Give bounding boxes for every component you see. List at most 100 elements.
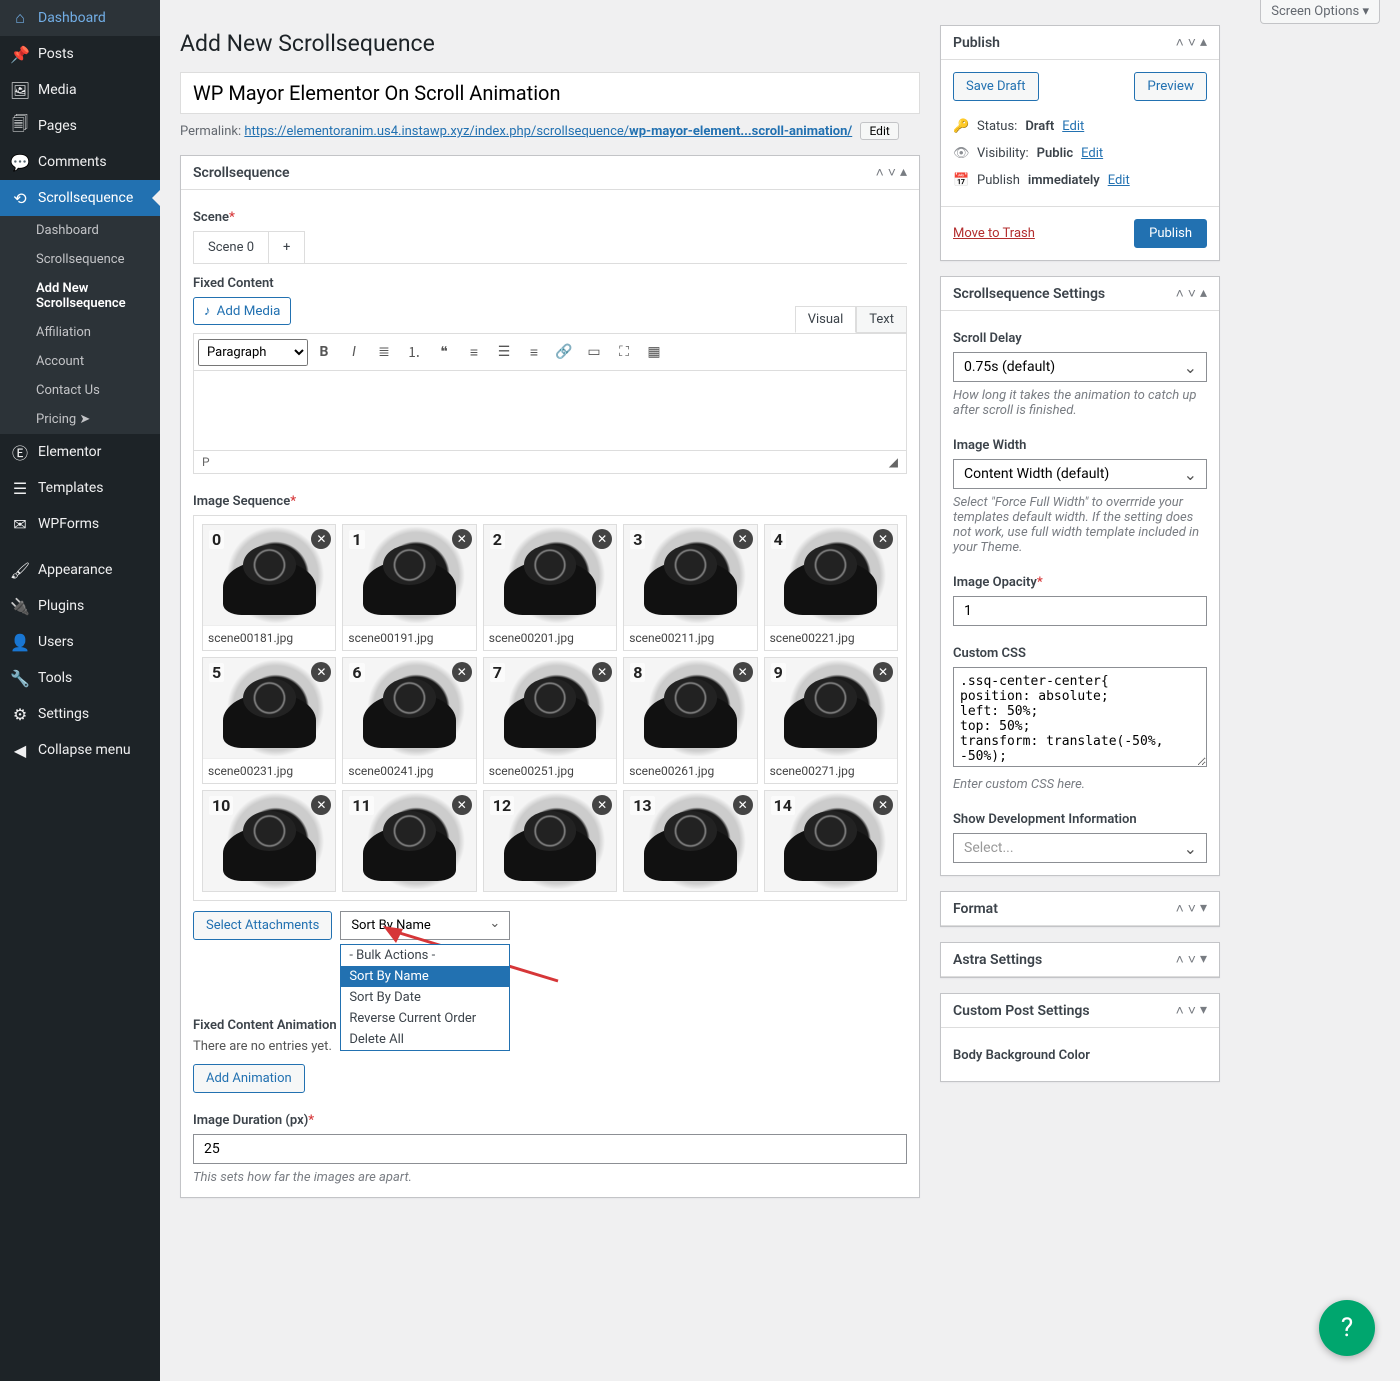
remove-icon[interactable]: ✕ (873, 529, 893, 549)
move-to-trash-link[interactable]: Move to Trash (953, 226, 1035, 241)
sidebar-item-comments[interactable]: 💬Comments (0, 144, 160, 180)
sidebar-item-posts[interactable]: 📌Posts (0, 36, 160, 72)
image-thumb[interactable]: 1✕scene00191.jpg (342, 524, 476, 651)
dropdown-option[interactable]: Delete All (341, 1029, 509, 1050)
fullscreen-icon[interactable]: ⛶ (610, 338, 638, 366)
add-media-button[interactable]: ♪ Add Media (193, 297, 291, 325)
remove-icon[interactable]: ✕ (733, 795, 753, 815)
sidebar-item-dashboard[interactable]: ⌂Dashboard (0, 0, 160, 36)
image-thumb[interactable]: 3✕scene00211.jpg (623, 524, 757, 651)
submenu-item[interactable]: Account (0, 347, 160, 376)
image-thumb[interactable]: 5✕scene00231.jpg (202, 657, 336, 784)
submenu-item[interactable]: Contact Us (0, 376, 160, 405)
select-attachments-button[interactable]: Select Attachments (193, 911, 332, 940)
image-thumb[interactable]: 0✕scene00181.jpg (202, 524, 336, 651)
sidebar-item-settings[interactable]: ⚙Settings (0, 696, 160, 732)
chevron-down-icon[interactable]: ˅ (888, 164, 896, 181)
collapse-icon[interactable]: ▴ (1200, 285, 1207, 302)
dropdown-option[interactable]: Reverse Current Order (341, 1008, 509, 1029)
visibility-edit-link[interactable]: Edit (1081, 146, 1103, 161)
remove-icon[interactable]: ✕ (592, 795, 612, 815)
align-center-icon[interactable]: ☰ (490, 338, 518, 366)
image-thumb[interactable]: 10✕ (202, 790, 336, 892)
bold-icon[interactable]: B (310, 338, 338, 366)
scene-tab-0[interactable]: Scene 0 (193, 231, 269, 263)
submenu-item[interactable]: Scrollsequence (0, 245, 160, 274)
remove-icon[interactable]: ✕ (733, 529, 753, 549)
scroll-delay-select[interactable]: 0.75s (default) (953, 352, 1207, 382)
bullet-list-icon[interactable]: ≣ (370, 338, 398, 366)
sidebar-item-pages[interactable]: 🗐Pages (0, 108, 160, 144)
save-draft-button[interactable]: Save Draft (953, 72, 1039, 101)
toolbar-toggle-icon[interactable]: ▦ (640, 338, 668, 366)
image-thumb[interactable]: 13✕ (623, 790, 757, 892)
format-select[interactable]: Paragraph (198, 339, 308, 366)
quote-icon[interactable]: ❝ (430, 338, 458, 366)
custom-css-textarea[interactable] (953, 667, 1207, 767)
chevron-down-icon[interactable]: ˅ (1188, 285, 1196, 302)
chevron-up-icon[interactable]: ˄ (1176, 34, 1184, 51)
sidebar-item-appearance[interactable]: 🖌Appearance (0, 552, 160, 588)
chevron-down-icon[interactable]: ˅ (1188, 1002, 1196, 1019)
sidebar-item-wpforms[interactable]: ✉WPForms (0, 506, 160, 542)
show-dev-select[interactable]: Select... (953, 833, 1207, 863)
chevron-down-icon[interactable]: ˅ (1188, 900, 1196, 917)
sidebar-item-users[interactable]: 👤Users (0, 624, 160, 660)
add-animation-button[interactable]: Add Animation (193, 1064, 305, 1093)
submenu-item[interactable]: Pricing ➤ (0, 405, 160, 434)
image-thumb[interactable]: 6✕scene00241.jpg (342, 657, 476, 784)
remove-icon[interactable]: ✕ (311, 529, 331, 549)
remove-icon[interactable]: ✕ (452, 529, 472, 549)
submenu-item[interactable]: Add New Scrollsequence (0, 274, 160, 318)
chevron-down-icon[interactable]: ˅ (1188, 34, 1196, 51)
chevron-up-icon[interactable]: ˄ (1176, 900, 1184, 917)
visual-tab[interactable]: Visual (795, 306, 857, 333)
image-duration-input[interactable] (193, 1134, 907, 1164)
permalink-link[interactable]: https://elementoranim.us4.instawp.xyz/in… (244, 124, 852, 139)
submenu-item[interactable]: Dashboard (0, 216, 160, 245)
sidebar-item-plugins[interactable]: 🔌Plugins (0, 588, 160, 624)
image-width-select[interactable]: Content Width (default) (953, 459, 1207, 489)
permalink-edit-button[interactable]: Edit (860, 122, 898, 140)
align-right-icon[interactable]: ≡ (520, 338, 548, 366)
remove-icon[interactable]: ✕ (311, 662, 331, 682)
chevron-up-icon[interactable]: ˄ (1176, 951, 1184, 968)
image-thumb[interactable]: 9✕scene00271.jpg (764, 657, 898, 784)
remove-icon[interactable]: ✕ (592, 662, 612, 682)
chevron-up-icon[interactable]: ˄ (1176, 1002, 1184, 1019)
sidebar-item-collapse-menu[interactable]: ◀Collapse menu (0, 732, 160, 768)
editor-textarea[interactable] (193, 371, 907, 451)
dropdown-option[interactable]: - Bulk Actions - (341, 945, 509, 966)
image-thumb[interactable]: 12✕ (483, 790, 617, 892)
remove-icon[interactable]: ✕ (733, 662, 753, 682)
sidebar-item-media[interactable]: 🖼Media (0, 72, 160, 108)
help-fab-button[interactable]: ? (1319, 1300, 1375, 1356)
chevron-up-icon[interactable]: ˄ (876, 164, 884, 181)
text-tab[interactable]: Text (856, 306, 907, 333)
remove-icon[interactable]: ✕ (873, 662, 893, 682)
screen-options-button[interactable]: Screen Options ▾ (1260, 0, 1380, 24)
numbered-list-icon[interactable]: ⒈ (400, 338, 428, 366)
remove-icon[interactable]: ✕ (311, 795, 331, 815)
chevron-down-icon[interactable]: ˅ (1188, 951, 1196, 968)
sidebar-item-templates[interactable]: ☰Templates (0, 470, 160, 506)
image-thumb[interactable]: 11✕ (342, 790, 476, 892)
dropdown-option[interactable]: Sort By Date (341, 987, 509, 1008)
remove-icon[interactable]: ✕ (452, 662, 472, 682)
chevron-up-icon[interactable]: ˄ (1176, 285, 1184, 302)
image-thumb[interactable]: 7✕scene00251.jpg (483, 657, 617, 784)
resize-handle-icon[interactable]: ◢ (889, 455, 898, 469)
image-thumb[interactable]: 4✕scene00221.jpg (764, 524, 898, 651)
collapse-icon[interactable]: ▴ (1200, 34, 1207, 51)
link-icon[interactable]: 🔗 (550, 338, 578, 366)
submenu-item[interactable]: Affiliation (0, 318, 160, 347)
remove-icon[interactable]: ✕ (452, 795, 472, 815)
dropdown-option[interactable]: Sort By Name (341, 966, 509, 987)
align-left-icon[interactable]: ≡ (460, 338, 488, 366)
collapse-icon[interactable]: ▾ (1200, 900, 1207, 917)
collapse-icon[interactable]: ▾ (1200, 1002, 1207, 1019)
publish-button[interactable]: Publish (1134, 219, 1207, 248)
preview-button[interactable]: Preview (1134, 72, 1207, 101)
image-thumb[interactable]: 8✕scene00261.jpg (623, 657, 757, 784)
remove-icon[interactable]: ✕ (592, 529, 612, 549)
